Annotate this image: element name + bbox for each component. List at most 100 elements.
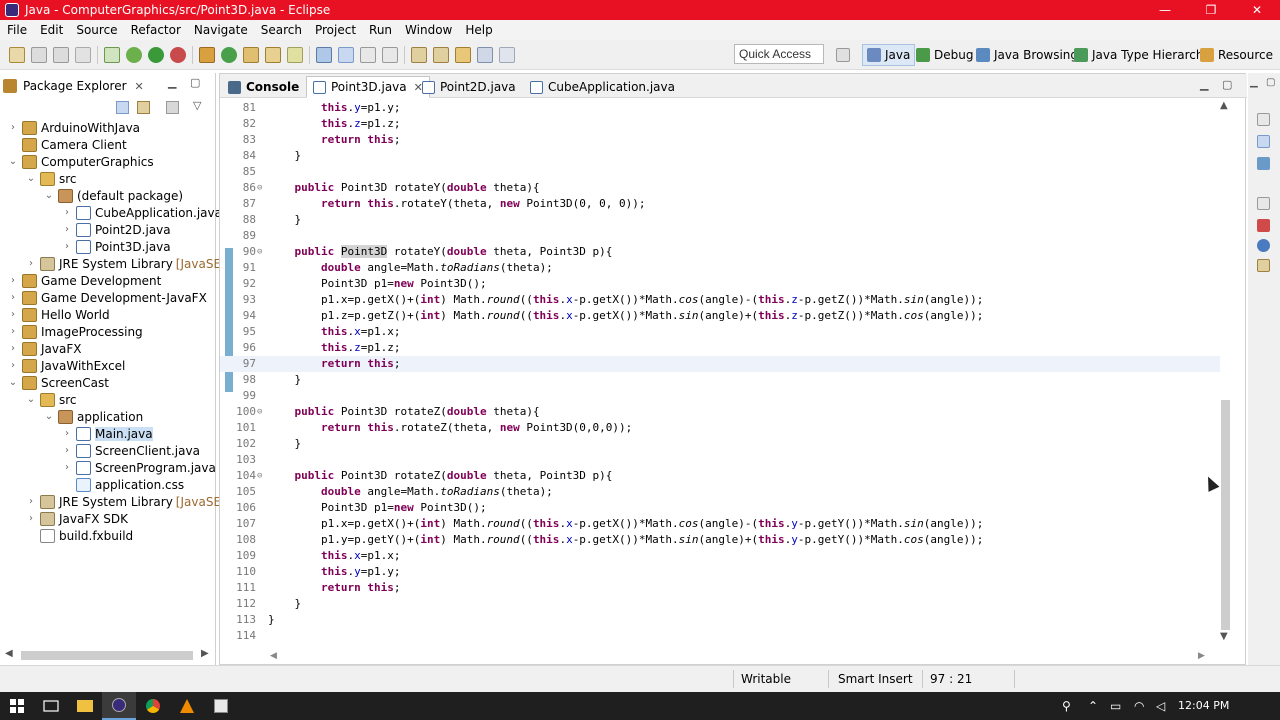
package-explorer-tab[interactable]: Package Explorer ✕ bbox=[3, 76, 144, 96]
collapse-arrow-icon[interactable]: ⌄ bbox=[26, 394, 36, 405]
print-icon[interactable] bbox=[75, 46, 91, 63]
code-line[interactable]: 100 ⊖ public Point3D rotateZ(double theta… bbox=[220, 404, 1220, 420]
expand-arrow-icon[interactable]: › bbox=[26, 258, 36, 269]
code-line[interactable]: 87 return this.rotateY(theta, new Point3… bbox=[220, 196, 1220, 212]
open-type-icon[interactable] bbox=[243, 46, 259, 63]
collapse-arrow-icon[interactable]: ⌄ bbox=[26, 173, 36, 184]
tree-item[interactable]: › Point3D.java bbox=[62, 238, 171, 255]
tab-cubeapplication-java[interactable]: CubeApplication.java bbox=[524, 76, 681, 98]
tree-item[interactable]: › Main.java bbox=[62, 425, 153, 442]
battery-icon[interactable]: ▭ bbox=[1110, 699, 1121, 713]
maximize-button[interactable]: ❐ bbox=[1188, 0, 1234, 20]
tree-item[interactable]: ⌄ src bbox=[26, 391, 77, 408]
last-edit-icon[interactable] bbox=[455, 46, 471, 63]
perspective-resource[interactable]: Resource bbox=[1200, 44, 1273, 66]
menu-refactor[interactable]: Refactor bbox=[124, 23, 187, 37]
taskbar-clock[interactable]: 12:04 PM bbox=[1178, 699, 1229, 712]
fold-toggle-icon[interactable]: ⊖ bbox=[257, 180, 265, 196]
explorer-scroll-thumb[interactable] bbox=[21, 651, 193, 660]
start-button[interactable] bbox=[0, 692, 34, 720]
forward-icon[interactable] bbox=[499, 46, 515, 63]
scroll-left-icon[interactable]: ◀ bbox=[270, 651, 277, 661]
code-line[interactable]: 113} bbox=[220, 612, 1220, 628]
tab-console[interactable]: Console bbox=[222, 76, 305, 98]
code-line[interactable]: 89 bbox=[220, 228, 1220, 244]
code-line[interactable]: 92 Point3D p1=new Point3D(); bbox=[220, 276, 1220, 292]
tree-item[interactable]: › JRE System Library [JavaSE-1.8 bbox=[26, 255, 244, 272]
task-list-icon[interactable] bbox=[1257, 157, 1270, 170]
toggle-block-selection-icon[interactable] bbox=[338, 46, 354, 63]
code-line[interactable]: 109 this.x=p1.x; bbox=[220, 548, 1220, 564]
people-icon[interactable]: ⚲ bbox=[1062, 699, 1071, 713]
menu-search[interactable]: Search bbox=[254, 23, 308, 37]
show-source-icon[interactable] bbox=[382, 46, 398, 63]
expand-arrow-icon[interactable]: › bbox=[8, 122, 18, 133]
code-line[interactable]: 82 this.z=p1.z; bbox=[220, 116, 1220, 132]
save-all-icon[interactable] bbox=[53, 46, 69, 63]
minimize-button[interactable]: — bbox=[1142, 0, 1188, 20]
tree-item[interactable]: › Game Development bbox=[8, 272, 161, 289]
debug-icon[interactable] bbox=[126, 46, 142, 63]
collapse-arrow-icon[interactable]: ⌄ bbox=[8, 377, 18, 388]
tree-item[interactable]: › Hello World bbox=[8, 306, 110, 323]
code-line[interactable]: 88 } bbox=[220, 212, 1220, 228]
open-task-icon[interactable] bbox=[265, 46, 281, 63]
expand-arrow-icon[interactable]: › bbox=[8, 343, 18, 354]
fold-toggle-icon[interactable]: ⊖ bbox=[257, 404, 265, 420]
code-line[interactable]: 86 ⊖ public Point3D rotateY(double theta)… bbox=[220, 180, 1220, 196]
status-insert-mode[interactable]: Smart Insert bbox=[838, 672, 913, 686]
fold-toggle-icon[interactable]: ⊖ bbox=[257, 468, 265, 484]
tree-item[interactable]: Camera Client bbox=[8, 136, 127, 153]
previous-annotation-icon[interactable] bbox=[433, 46, 449, 63]
run-icon[interactable] bbox=[148, 46, 164, 63]
code-line[interactable]: 84 } bbox=[220, 148, 1220, 164]
perspective-type-hierarchy[interactable]: Java Type Hierarchy bbox=[1074, 44, 1211, 66]
tree-item[interactable]: build.fxbuild bbox=[26, 527, 133, 544]
code-line[interactable]: 90 ⊖ public Point3D rotateY(double theta,… bbox=[220, 244, 1220, 260]
menu-source[interactable]: Source bbox=[69, 23, 123, 37]
tree-item[interactable]: › CubeApplication.java bbox=[62, 204, 222, 221]
code-line[interactable]: 91 double angle=Math.toRadians(theta); bbox=[220, 260, 1220, 276]
expand-arrow-icon[interactable]: › bbox=[62, 462, 72, 473]
restore-icon[interactable] bbox=[1257, 113, 1270, 126]
code-line[interactable]: 97 return this; bbox=[220, 356, 1220, 372]
close-view-icon[interactable]: ✕ bbox=[135, 80, 144, 93]
vlc-icon[interactable] bbox=[170, 692, 204, 720]
chrome-icon[interactable] bbox=[136, 692, 170, 720]
code-line[interactable]: 107 p1.x=p.getX()+(int) Math.round((this… bbox=[220, 516, 1220, 532]
maximize-strip-icon[interactable]: ▢ bbox=[1266, 77, 1275, 88]
task-view-icon[interactable] bbox=[34, 692, 68, 720]
perspective-debug[interactable]: Debug bbox=[916, 44, 973, 66]
scroll-right-icon[interactable]: ▶ bbox=[1198, 651, 1205, 661]
code-line[interactable]: 106 Point3D p1=new Point3D(); bbox=[220, 500, 1220, 516]
link-with-editor-icon[interactable] bbox=[137, 101, 150, 114]
code-line[interactable]: 98 } bbox=[220, 372, 1220, 388]
tree-item[interactable]: ⌄ (default package) bbox=[44, 187, 183, 204]
tree-item[interactable]: › ImageProcessing bbox=[8, 323, 143, 340]
network-icon[interactable]: ◠ bbox=[1134, 699, 1144, 713]
expand-arrow-icon[interactable]: › bbox=[8, 360, 18, 371]
view-menu-icon[interactable]: ▽ bbox=[193, 99, 201, 112]
expand-arrow-icon[interactable]: › bbox=[62, 445, 72, 456]
scroll-up-icon[interactable]: ▲ bbox=[1220, 100, 1228, 111]
minimize-editor-icon[interactable]: ▁ bbox=[1200, 78, 1208, 91]
eclipse-taskbar-icon[interactable] bbox=[102, 692, 136, 720]
code-line[interactable]: 112 } bbox=[220, 596, 1220, 612]
menu-help[interactable]: Help bbox=[458, 23, 498, 37]
close-button[interactable]: ✕ bbox=[1234, 0, 1280, 20]
paint-icon[interactable] bbox=[204, 692, 238, 720]
toggle-mark-occurrences-icon[interactable] bbox=[316, 46, 332, 63]
code-line[interactable]: 99 bbox=[220, 388, 1220, 404]
code-line[interactable]: 114 bbox=[220, 628, 1220, 644]
expand-arrow-icon[interactable]: › bbox=[26, 513, 36, 524]
perspective-java[interactable]: Java bbox=[862, 44, 916, 66]
menu-window[interactable]: Window bbox=[398, 23, 458, 37]
restore-bottom-icon[interactable] bbox=[1257, 197, 1270, 210]
external-tools-icon[interactable] bbox=[170, 46, 186, 63]
minimize-strip-icon[interactable]: ▁ bbox=[1250, 77, 1258, 88]
code-line[interactable]: 103 bbox=[220, 452, 1220, 468]
tree-item[interactable]: ⌄ src bbox=[26, 170, 77, 187]
collapse-arrow-icon[interactable]: ⌄ bbox=[44, 190, 54, 201]
file-explorer-icon[interactable] bbox=[68, 692, 102, 720]
collapse-arrow-icon[interactable]: ⌄ bbox=[8, 156, 18, 167]
